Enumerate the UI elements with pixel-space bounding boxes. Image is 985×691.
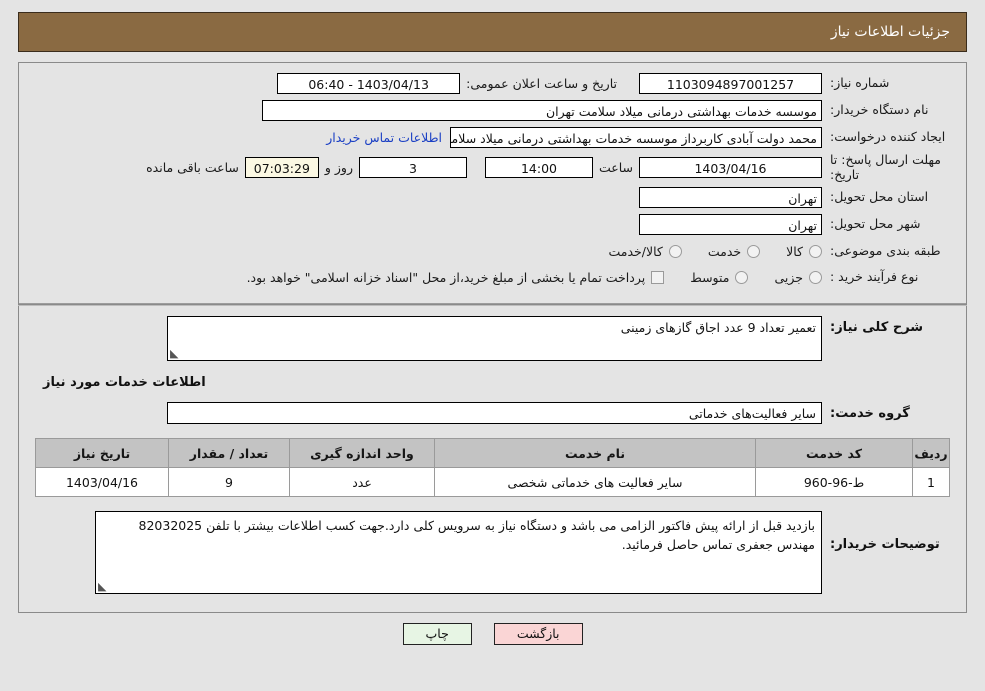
islamic-treasury-bonds-label: پرداخت تمام یا بخشی از مبلغ خرید،از محل …	[246, 269, 646, 285]
radio-process-medium[interactable]: متوسط	[690, 269, 749, 285]
delivery-city-field[interactable]: تهران	[639, 213, 822, 235]
checkbox-islamic-treasury-bonds[interactable]: پرداخت تمام یا بخشی از مبلغ خرید،از محل …	[247, 270, 665, 285]
row-delivery-city: شهر محل تحویل: تهران	[27, 212, 958, 236]
radio-category-service[interactable]: خدمت	[707, 243, 761, 259]
request-creator-field[interactable]: محمد دولت آبادی کاربرداز موسسه خدمات بهد…	[450, 126, 822, 148]
radio-category-goods-service-label: کالا/خدمت	[608, 243, 663, 259]
radio-circle-icon	[747, 244, 761, 258]
services-panel: شرح کلی نیاز: تعمیر تعداد 9 عدد اجاق گاز…	[18, 306, 967, 613]
buyer-notes-value: بازدید قبل از ارائه پیش فاکتور الزامی می…	[138, 518, 815, 553]
buyer-contact-info-link[interactable]: اطلاعات تماس خریدار	[326, 130, 442, 145]
row-delivery-province: استان محل تحویل: تهران	[27, 185, 958, 209]
radio-process-minor-label: جزیی	[774, 269, 803, 285]
remaining-countdown-field[interactable]: 07:03:29	[244, 156, 319, 178]
subject-category-label: طبقه بندی موضوعی:	[830, 243, 941, 259]
remaining-days-field[interactable]: 3	[358, 156, 467, 178]
announce-datetime-label: تاریخ و ساعت اعلان عمومی:	[466, 75, 617, 91]
checkbox-square-icon	[651, 270, 665, 284]
radio-category-goods[interactable]: کالا	[786, 244, 822, 259]
remaining-days-label: روز و	[324, 159, 353, 175]
services-table-body: 1 ط-96-960 سایر فعالیت های خدماتی شخصی ع…	[35, 467, 950, 497]
buyer-organization-field[interactable]: موسسه خدمات بهداشتی درمانی میلاد سلامت ت…	[262, 99, 822, 121]
cell-radif: 1	[912, 467, 950, 497]
radio-circle-icon	[668, 244, 682, 258]
print-button[interactable]: چاپ	[402, 623, 472, 645]
services-table: ردیف کد خدمت نام خدمت واحد اندازه گیری ت…	[35, 438, 950, 497]
table-row: 1 ط-96-960 سایر فعالیت های خدماتی شخصی ع…	[35, 467, 950, 497]
services-table-head: ردیف کد خدمت نام خدمت واحد اندازه گیری ت…	[35, 438, 950, 468]
delivery-city-label: شهر محل تحویل:	[830, 216, 921, 232]
th-unit: واحد اندازه گیری	[289, 438, 435, 468]
th-need-date: تاریخ نیاز	[35, 438, 169, 468]
service-group-field[interactable]: سایر فعالیت‌های خدماتی	[167, 402, 822, 424]
page-title-bar: جزئیات اطلاعات نیاز	[18, 12, 967, 52]
delivery-province-label: استان محل تحویل:	[830, 189, 929, 205]
row-request-creator: ایجاد کننده درخواست: محمد دولت آبادی کار…	[27, 125, 958, 149]
th-quantity: تعداد / مقدار	[168, 438, 290, 468]
row-service-group: گروه خدمت: سایر فعالیت‌های خدماتی	[27, 402, 958, 424]
row-subject-category: طبقه بندی موضوعی: کالا خدمت کالا/خدمت	[27, 239, 958, 263]
need-number-field[interactable]: 1103094897001257	[639, 72, 822, 94]
service-group-label: گروه خدمت:	[830, 405, 910, 421]
th-radif: ردیف	[912, 438, 950, 468]
section-divider	[19, 303, 966, 304]
announce-datetime-field[interactable]: 1403/04/13 - 06:40	[277, 72, 461, 94]
response-deadline-label: مهلت ارسال پاسخ: تا تاریخ:	[830, 152, 941, 182]
radio-category-service-label: خدمت	[707, 243, 742, 259]
remaining-hours-label: ساعت باقی مانده	[146, 159, 239, 175]
services-section-title-wrap: اطلاعات خدمات مورد نیاز	[27, 375, 958, 390]
page-root: جزئیات اطلاعات نیاز شماره نیاز: 11030948…	[0, 0, 985, 645]
deadline-hour-label: ساعت	[598, 159, 633, 175]
page-title: جزئیات اطلاعات نیاز	[830, 24, 950, 40]
row-need-number: شماره نیاز: 1103094897001257 تاریخ و ساع…	[27, 71, 958, 95]
row-purchase-process: نوع فرآیند خرید : جزیی متوسط پرداخت تمام…	[27, 265, 958, 289]
delivery-province-field[interactable]: تهران	[639, 186, 822, 208]
radio-category-goods-service[interactable]: کالا/خدمت	[608, 243, 682, 259]
deadline-date-field[interactable]: 1403/04/16	[639, 156, 822, 178]
general-description-label: شرح کلی نیاز:	[830, 320, 924, 335]
th-service-name: نام خدمت	[434, 438, 756, 468]
cell-need-date: 1403/04/16	[35, 467, 169, 497]
resize-grip-icon[interactable]: ◢	[170, 347, 180, 360]
row-general-description: شرح کلی نیاز: تعمیر تعداد 9 عدد اجاق گاز…	[27, 316, 958, 361]
cell-service-code: ط-96-960	[755, 467, 913, 497]
action-button-bar: بازگشت چاپ	[0, 623, 985, 645]
buyer-notes-label: توضیحات خریدار:	[830, 537, 940, 552]
need-info-panel: شماره نیاز: 1103094897001257 تاریخ و ساع…	[18, 62, 967, 305]
radio-circle-icon	[809, 270, 822, 284]
cell-service-name: سایر فعالیت های خدماتی شخصی	[434, 467, 756, 497]
purchase-process-label: نوع فرآیند خرید :	[830, 269, 919, 285]
cell-unit: عدد	[289, 467, 435, 497]
request-creator-label: ایجاد کننده درخواست:	[830, 129, 946, 145]
row-response-deadline: مهلت ارسال پاسخ: تا تاریخ: 1403/04/16 سا…	[27, 152, 958, 182]
row-buyer-notes: توضیحات خریدار: بازدید قبل از ارائه پیش …	[35, 511, 950, 594]
radio-circle-icon	[735, 270, 749, 284]
table-header-row: ردیف کد خدمت نام خدمت واحد اندازه گیری ت…	[35, 438, 950, 468]
cell-quantity: 9	[168, 467, 290, 497]
services-section-title: اطلاعات خدمات مورد نیاز	[43, 375, 206, 390]
radio-circle-icon	[809, 244, 822, 258]
radio-category-goods-label: کالا	[786, 243, 803, 259]
general-description-textarea[interactable]: تعمیر تعداد 9 عدد اجاق گازهای زمینی ◢	[167, 316, 822, 361]
need-number-label: شماره نیاز:	[830, 75, 890, 91]
buyer-notes-textarea[interactable]: بازدید قبل از ارائه پیش فاکتور الزامی می…	[95, 511, 822, 594]
row-buyer-organization: نام دستگاه خریدار: موسسه خدمات بهداشتی د…	[27, 98, 958, 122]
resize-grip-icon[interactable]: ◢	[98, 580, 108, 593]
services-table-wrap: ردیف کد خدمت نام خدمت واحد اندازه گیری ت…	[35, 438, 950, 497]
buyer-organization-label: نام دستگاه خریدار:	[830, 102, 929, 118]
back-button[interactable]: بازگشت	[493, 623, 583, 645]
radio-process-minor[interactable]: جزیی	[774, 270, 822, 285]
th-service-code: کد خدمت	[755, 438, 913, 468]
radio-process-medium-label: متوسط	[690, 269, 730, 285]
general-description-value: تعمیر تعداد 9 عدد اجاق گازهای زمینی	[620, 320, 816, 335]
deadline-hour-field[interactable]: 14:00	[484, 156, 593, 178]
